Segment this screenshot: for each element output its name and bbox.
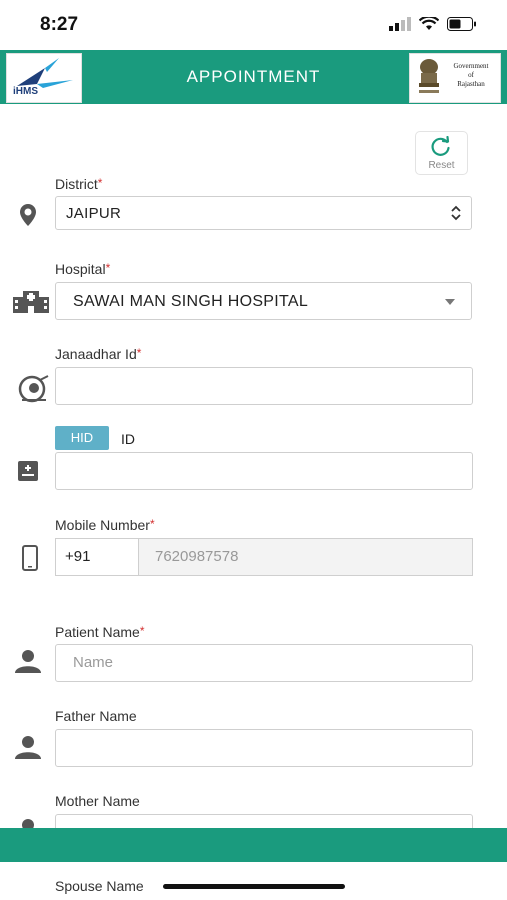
mother-name-label: Mother Name	[55, 793, 140, 809]
ashoka-emblem-icon	[419, 59, 439, 93]
mobile-number-field[interactable]: 7620987578	[138, 538, 473, 576]
caret-down-icon	[445, 299, 455, 305]
wifi-icon	[419, 17, 439, 30]
status-icons	[389, 17, 477, 31]
patient-name-input[interactable]: Name	[55, 644, 473, 682]
home-indicator[interactable]	[163, 884, 345, 889]
reset-label: Reset	[428, 160, 455, 171]
person-icon	[15, 736, 41, 759]
hospital-select[interactable]: SAWAI MAN SINGH HOSPITAL	[55, 282, 472, 320]
reset-button[interactable]: Reset	[415, 131, 468, 175]
status-bar: 8:27	[0, 0, 507, 50]
hospital-building-icon	[13, 291, 49, 313]
janaadhar-label: Janaadhar Id*	[55, 346, 142, 362]
government-emblem: Government of Rajasthan	[409, 53, 501, 103]
mobile-label: Mobile Number*	[55, 517, 155, 533]
country-code-field[interactable]: +91	[55, 538, 139, 576]
up-down-chevron-icon	[451, 205, 461, 221]
janaadhar-input[interactable]	[55, 367, 473, 405]
spouse-name-label: Spouse Name	[55, 878, 144, 894]
app-header: iHMS APPOINTMENT Government of Rajasthan	[0, 50, 507, 104]
hid-input[interactable]	[55, 452, 473, 490]
tab-hid[interactable]: HID	[55, 426, 109, 450]
janaadhar-logo-icon	[18, 375, 49, 403]
government-text: Government of Rajasthan	[453, 62, 489, 88]
status-time: 8:27	[40, 14, 79, 35]
father-name-input[interactable]	[55, 729, 473, 767]
logo-text: iHMS	[13, 86, 38, 97]
person-icon	[15, 650, 41, 673]
bottom-action-bar[interactable]	[0, 828, 507, 862]
signal-icon	[389, 17, 411, 31]
refresh-icon	[431, 136, 450, 156]
patient-name-label: Patient Name*	[55, 624, 145, 640]
battery-icon	[447, 17, 476, 31]
location-pin-icon	[20, 204, 36, 226]
health-card-icon	[18, 461, 38, 481]
district-select[interactable]: JAIPUR	[55, 196, 472, 230]
hospital-label: Hospital*	[55, 261, 111, 277]
father-name-label: Father Name	[55, 708, 137, 724]
tab-id[interactable]: ID	[121, 431, 135, 447]
mobile-phone-icon	[22, 545, 38, 571]
district-label: District*	[55, 176, 103, 192]
